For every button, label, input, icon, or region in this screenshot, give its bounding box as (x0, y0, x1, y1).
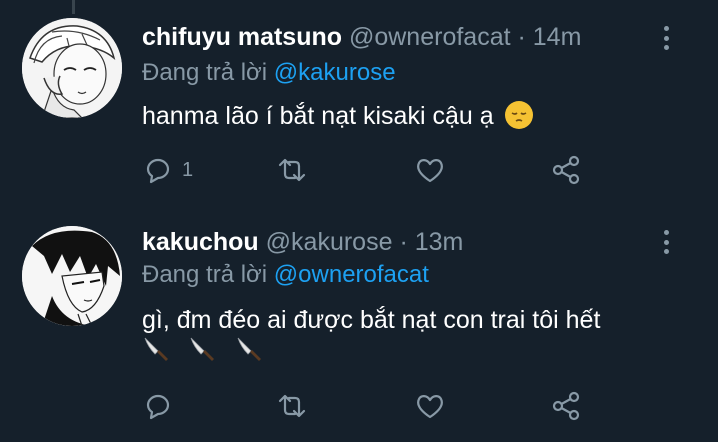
reply-context: Đang trả lời @kakurose (142, 58, 396, 88)
tweet[interactable]: chifuyu matsuno @ownerofacat · 14m Đang … (0, 0, 718, 210)
reply-prefix: Đang trả lời (142, 59, 268, 86)
share-button[interactable] (550, 154, 582, 186)
share-button[interactable] (550, 390, 582, 422)
reply-mention-link[interactable]: @kakurose (274, 59, 396, 86)
reply-button[interactable]: 1 (142, 154, 193, 186)
reply-count: 1 (182, 158, 194, 181)
tweet-text: hanma lão í bắt nạt kisaki cậu ạ (142, 99, 688, 133)
more-icon[interactable] (664, 230, 670, 254)
display-name[interactable]: kakuchou (142, 228, 259, 256)
reply-icon (146, 394, 170, 420)
avatar[interactable] (22, 18, 122, 118)
reply-mention-link[interactable]: @ownerofacat (274, 261, 429, 288)
retweet-icon (278, 158, 306, 182)
tweet-header: chifuyu matsuno @ownerofacat · 14m (142, 22, 581, 52)
knife-icon (144, 337, 168, 361)
knife-icon (191, 337, 215, 361)
like-icon (417, 395, 443, 419)
tweet[interactable]: kakuchou @kakurose · 13m Đang trả lời @o… (0, 210, 718, 442)
like-button[interactable] (414, 390, 446, 422)
like-icon (417, 159, 443, 183)
share-icon (552, 391, 580, 421)
tweet-header: kakuchou @kakurose · 13m (142, 227, 463, 257)
display-name[interactable]: chifuyu matsuno (142, 23, 342, 51)
avatar-image-icon (22, 226, 122, 326)
share-icon (552, 155, 580, 185)
retweet-icon (278, 394, 306, 418)
like-button[interactable] (414, 154, 446, 186)
separator: · (399, 228, 408, 256)
reply-icon (146, 158, 170, 184)
avatar-image-icon (22, 18, 122, 118)
reply-context: Đang trả lời @ownerofacat (142, 260, 429, 290)
handle[interactable]: @ownerofacat (349, 23, 511, 51)
reply-button[interactable] (142, 390, 174, 422)
pensive-face-emoji-icon (504, 101, 533, 129)
timestamp[interactable]: 14m (533, 23, 582, 51)
tweet-text: gì, đm đéo ai được bắt nạt con trai tôi … (142, 303, 688, 337)
timestamp[interactable]: 13m (415, 228, 464, 256)
handle[interactable]: @kakurose (266, 228, 393, 256)
knife-emoji-row (142, 335, 277, 369)
avatar[interactable] (22, 226, 122, 326)
tweet-text-content: hanma lão í bắt nạt kisaki cậu ạ (142, 102, 494, 130)
more-icon[interactable] (664, 26, 670, 50)
tweet-actions: 1 (0, 154, 718, 190)
separator: · (517, 23, 526, 51)
retweet-button[interactable] (276, 154, 308, 186)
tweet-text-content: gì, đm đéo ai được bắt nạt con trai tôi … (142, 306, 601, 334)
knife-icon (237, 337, 261, 361)
retweet-button[interactable] (276, 390, 308, 422)
reply-prefix: Đang trả lời (142, 261, 268, 288)
tweet-actions (0, 390, 718, 426)
